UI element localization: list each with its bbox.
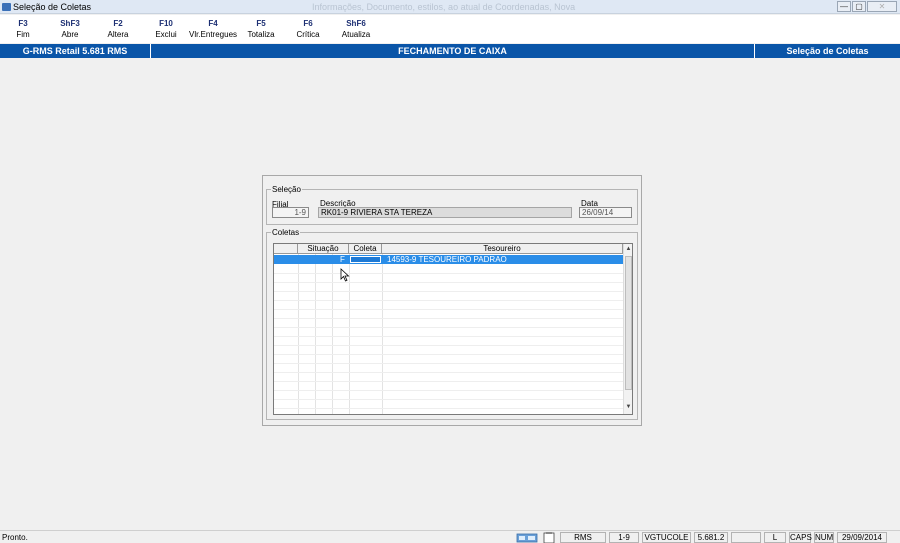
grid-line: [274, 300, 623, 301]
fkey-code: F5: [256, 19, 266, 28]
data-field[interactable]: 26/09/14: [579, 207, 632, 218]
grid-line: [274, 318, 623, 319]
mouse-pointer-icon: [340, 268, 350, 282]
clipboard-icon: [543, 532, 555, 543]
close-button[interactable]: ✕: [867, 1, 897, 12]
fkey-label: Exclui: [155, 30, 177, 39]
descricao-field[interactable]: RK01-9 RIVIERA STA TEREZA: [318, 207, 572, 218]
column-header-tesoureiro[interactable]: Tesoureiro: [382, 244, 623, 254]
fkey-label: Fim: [16, 30, 30, 39]
fkey-code: ShF6: [346, 19, 366, 28]
fkey-label: Crítica: [296, 30, 320, 39]
tesoureiro-cell[interactable]: 14593-9 TESOUREIRO PADRAO: [387, 255, 507, 264]
column-header-coleta[interactable]: Coleta: [349, 244, 382, 254]
fkey-exclui-button[interactable]: F10 Exclui: [141, 19, 191, 40]
vertical-scrollbar[interactable]: ▲ ▼: [623, 244, 632, 414]
grid-line: [274, 345, 623, 346]
fkey-code: F4: [208, 19, 218, 28]
fkey-code: ShF3: [60, 19, 80, 28]
scrollbar-thumb[interactable]: [625, 256, 632, 390]
situacao-cell[interactable]: F: [340, 255, 345, 264]
network-icon: [516, 533, 538, 543]
grid-line: [274, 390, 623, 391]
filial-field[interactable]: 1-9: [272, 207, 309, 218]
grid-line: [274, 309, 623, 310]
status-caps-panel: CAPS: [789, 532, 812, 543]
status-system-panel: RMS: [560, 532, 606, 543]
coletas-table[interactable]: Situação Coleta Tesoureiro F 14593-9 TES…: [273, 243, 633, 415]
status-num-panel: NUM: [814, 532, 834, 543]
grid-line: [274, 291, 623, 292]
grid-line: [274, 381, 623, 382]
grid-line: [274, 273, 623, 274]
function-key-toolbar: F3 Fim ShF3 Abre F2 Altera F10 Exclui F4…: [0, 15, 900, 43]
scroll-up-arrow-icon[interactable]: ▲: [624, 245, 632, 253]
fkey-abre-button[interactable]: ShF3 Abre: [45, 19, 95, 40]
minimize-button[interactable]: —: [837, 1, 851, 12]
status-bar: Pronto. RMS 1-9 VGTUCOLE 5.681.2 L CAPS …: [0, 530, 900, 543]
column-header-situacao[interactable]: Situação: [298, 244, 349, 254]
fkey-altera-button[interactable]: F2 Altera: [93, 19, 143, 40]
status-filial-panel: 1-9: [609, 532, 639, 543]
fkey-totaliza-button[interactable]: F5 Totaliza: [236, 19, 286, 40]
fkey-label: Abre: [61, 30, 79, 39]
fkey-code: F6: [303, 19, 313, 28]
screen-title: FECHAMENTO DE CAIXA: [398, 46, 507, 56]
grid-line: [274, 399, 623, 400]
fkey-code: F2: [113, 19, 123, 28]
status-message: Pronto.: [2, 533, 28, 542]
status-version-panel: 5.681.2: [694, 532, 728, 543]
fkey-code: F10: [159, 19, 173, 28]
fkey-vlr-entregues-button[interactable]: F4 Vlr.Entregues: [187, 19, 239, 40]
fkey-code: F3: [18, 19, 28, 28]
screen-subtitle: Seleção de Coletas: [786, 46, 869, 56]
window-title: Seleção de Coletas: [13, 2, 92, 12]
fkey-label: Atualiza: [341, 30, 371, 39]
status-program-panel: VGTUCOLE: [642, 532, 691, 543]
window-title-bar: Seleção de Coletas Informações, Document…: [0, 0, 900, 14]
grid-line: [274, 336, 623, 337]
background-window-title: Informações, Documento, estilos, ao atua…: [312, 2, 576, 12]
app-icon: [2, 3, 11, 11]
system-version-label: G-RMS Retail 5.681 RMS: [22, 46, 128, 56]
grid-line: [274, 372, 623, 373]
status-l-panel: L: [764, 532, 786, 543]
selecao-group-title: Seleção: [271, 185, 302, 194]
coletas-group-title: Coletas: [271, 228, 301, 237]
scroll-down-arrow-icon[interactable]: ▼: [624, 403, 632, 411]
fkey-label: Altera: [107, 30, 129, 39]
maximize-button[interactable]: ▢: [852, 1, 866, 12]
fkey-critica-button[interactable]: F6 Crítica: [283, 19, 333, 40]
row-indicator-header: [274, 244, 298, 254]
status-date-panel: 29/09/2014: [837, 532, 887, 543]
fkey-label: Totaliza: [247, 30, 275, 39]
grid-line: [274, 408, 623, 409]
grid-line: [274, 327, 623, 328]
grid-line: [274, 354, 623, 355]
grid-line: [274, 282, 623, 283]
coleta-cell[interactable]: [350, 256, 381, 263]
fkey-atualiza-button[interactable]: ShF6 Atualiza: [331, 19, 381, 40]
fkey-label: Vlr.Entregues: [188, 30, 238, 39]
fkey-fim-button[interactable]: F3 Fim: [0, 19, 48, 40]
module-header-bar: G-RMS Retail 5.681 RMS FECHAMENTO DE CAI…: [0, 44, 900, 58]
grid-line: [274, 363, 623, 364]
status-empty-panel: [731, 532, 761, 543]
